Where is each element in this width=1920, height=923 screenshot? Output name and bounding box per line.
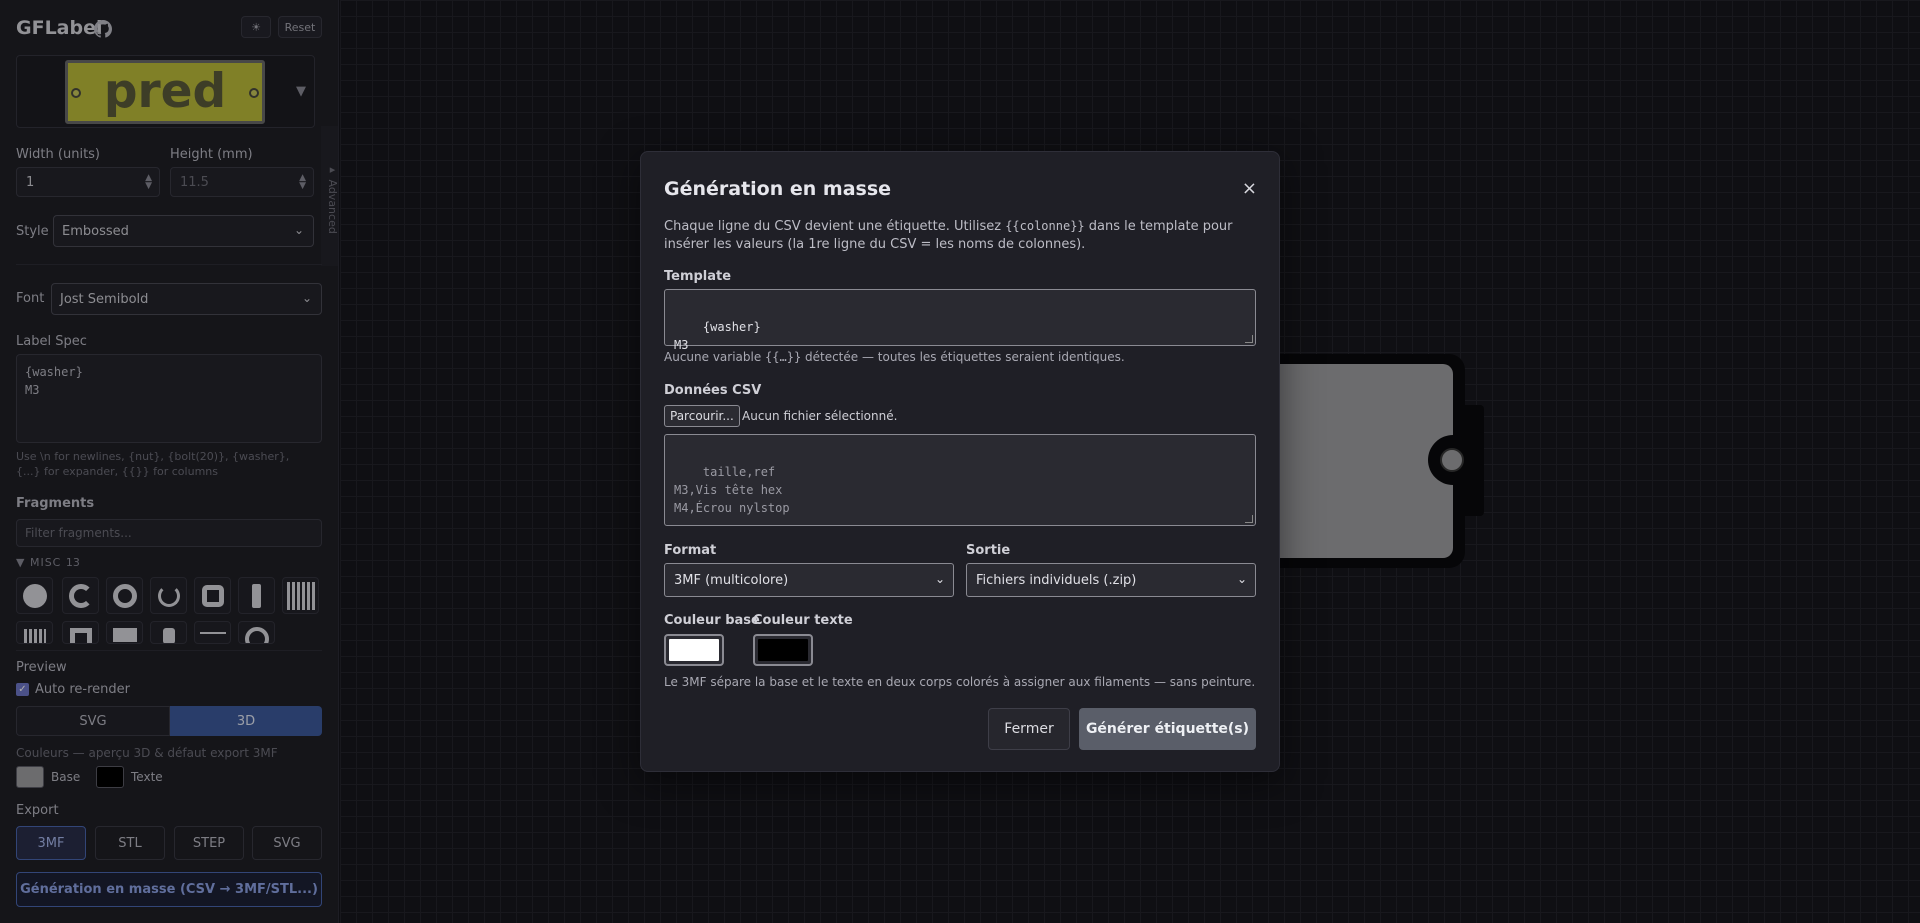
desc-code: {{colonne}}: [1005, 219, 1085, 233]
file-status: Aucun fichier sélectionné.: [742, 409, 898, 423]
text-color-picker[interactable]: [753, 634, 813, 666]
resize-grip-icon[interactable]: [1245, 335, 1253, 343]
base-color-picker[interactable]: [664, 634, 724, 666]
template-textarea[interactable]: {washer} M3: [664, 289, 1256, 352]
format-select[interactable]: 3MF (multicolore) ⌄: [664, 563, 954, 597]
browse-file-button[interactable]: Parcourir...: [664, 405, 740, 427]
desc-part: Chaque ligne du CSV devient une étiquett…: [664, 219, 1006, 234]
generate-button[interactable]: Générer étiquette(s): [1079, 708, 1256, 750]
chevron-down-icon: ⌄: [934, 572, 945, 586]
warn-code: {{…}}: [765, 350, 802, 364]
csv-placeholder: taille,ref M3,Vis tête hex M4,Écrou nyls…: [674, 465, 790, 515]
csv-label: Données CSV: [664, 383, 762, 398]
text-color-label: Couleur texte: [753, 613, 853, 628]
base-color-label: Couleur base: [664, 613, 760, 628]
resize-grip-icon[interactable]: [1245, 515, 1253, 523]
template-value: {washer} M3: [674, 320, 761, 352]
close-button[interactable]: Fermer: [988, 708, 1070, 750]
dialog-title: Génération en masse: [664, 178, 892, 200]
template-label: Template: [664, 269, 732, 284]
format-label: Format: [664, 543, 717, 558]
csv-textarea[interactable]: taille,ref M3,Vis tête hex M4,Écrou nyls…: [664, 434, 1256, 526]
dialog-description: Chaque ligne du CSV devient une étiquett…: [664, 217, 1264, 254]
mass-generation-dialog: Génération en masse × Chaque ligne du CS…: [640, 151, 1280, 772]
output-value: Fichiers individuels (.zip): [976, 572, 1137, 588]
close-icon[interactable]: ×: [1242, 178, 1257, 199]
warn-part: Aucune variable: [664, 350, 766, 364]
output-select[interactable]: Fichiers individuels (.zip) ⌄: [966, 563, 1256, 597]
template-warning: Aucune variable {{…}} détectée — toutes …: [664, 350, 1125, 364]
output-label: Sortie: [966, 543, 1011, 558]
warn-part: détectée — toutes les étiquettes seraien…: [801, 350, 1125, 364]
chevron-down-icon: ⌄: [1236, 572, 1247, 586]
3mf-note: Le 3MF sépare la base et le texte en deu…: [664, 675, 1256, 689]
format-value: 3MF (multicolore): [674, 572, 789, 588]
